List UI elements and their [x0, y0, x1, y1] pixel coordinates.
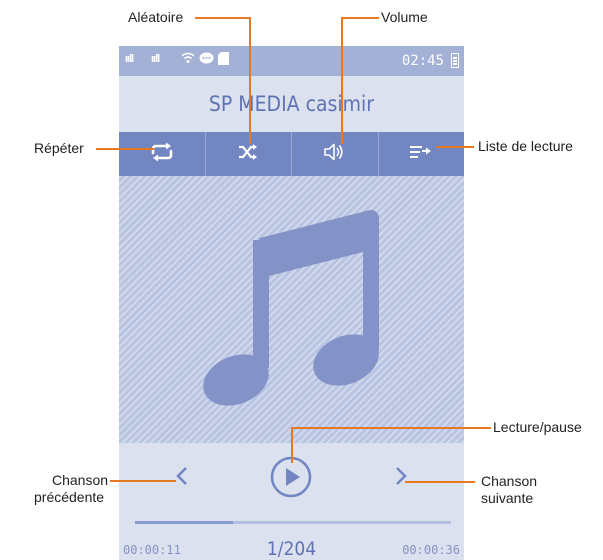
- previous-track-button[interactable]: [167, 463, 197, 493]
- battery-icon: [451, 53, 459, 68]
- status-bar: ııll ııll 02:45: [119, 46, 464, 76]
- volume-button[interactable]: [292, 132, 379, 176]
- callout-line-play-v: [291, 427, 293, 463]
- chevron-left-icon: [175, 466, 189, 491]
- wifi-icon: [181, 52, 195, 67]
- callout-playlist: Liste de lecture: [478, 138, 573, 154]
- callout-next-2: suivante: [481, 490, 534, 506]
- next-track-button[interactable]: [386, 463, 416, 493]
- callout-line-playlist: [436, 146, 474, 148]
- repeat-button[interactable]: [119, 132, 206, 176]
- playlist-button[interactable]: [379, 132, 465, 176]
- callout-repeat: Répéter: [34, 140, 84, 156]
- progress-bar[interactable]: [135, 521, 451, 524]
- player-toolbar: [119, 132, 464, 176]
- volume-icon: [323, 142, 347, 167]
- callout-line-prev: [110, 480, 176, 482]
- callout-line-shuffle-h: [195, 17, 251, 19]
- callout-next-1: Chanson: [481, 473, 538, 489]
- callout-prev-1: Chanson: [52, 472, 109, 488]
- callout-line-volume-h: [341, 17, 379, 19]
- callout-line-volume-v: [341, 17, 343, 144]
- signal-strength-1: ııll: [125, 53, 134, 65]
- album-art: [119, 176, 464, 443]
- shuffle-icon: [237, 143, 259, 166]
- callout-volume: Volume: [381, 9, 428, 25]
- repeat-icon: [150, 142, 174, 167]
- progress-fill: [135, 521, 233, 524]
- callout-line-shuffle-v: [249, 17, 251, 144]
- music-note-icon: [203, 210, 379, 406]
- track-counter: 1/204: [266, 538, 317, 560]
- callout-line-play-h: [291, 427, 491, 429]
- callout-prev-2: précédente: [34, 489, 105, 505]
- playlist-icon: [408, 143, 434, 166]
- callout-line-repeat: [96, 148, 154, 150]
- clock: 02:45: [401, 53, 444, 69]
- play-pause-button[interactable]: [269, 456, 313, 501]
- callout-shuffle: Aléatoire: [128, 9, 184, 25]
- chevron-right-icon: [394, 466, 408, 491]
- callout-play-pause: Lecture/pause: [493, 419, 582, 435]
- message-icon: [199, 52, 214, 68]
- track-title: SP MEDIA casimir: [208, 92, 375, 116]
- signal-strength-2: ııll: [151, 53, 160, 65]
- callout-line-next: [405, 481, 475, 483]
- sim-card-icon: [218, 52, 229, 68]
